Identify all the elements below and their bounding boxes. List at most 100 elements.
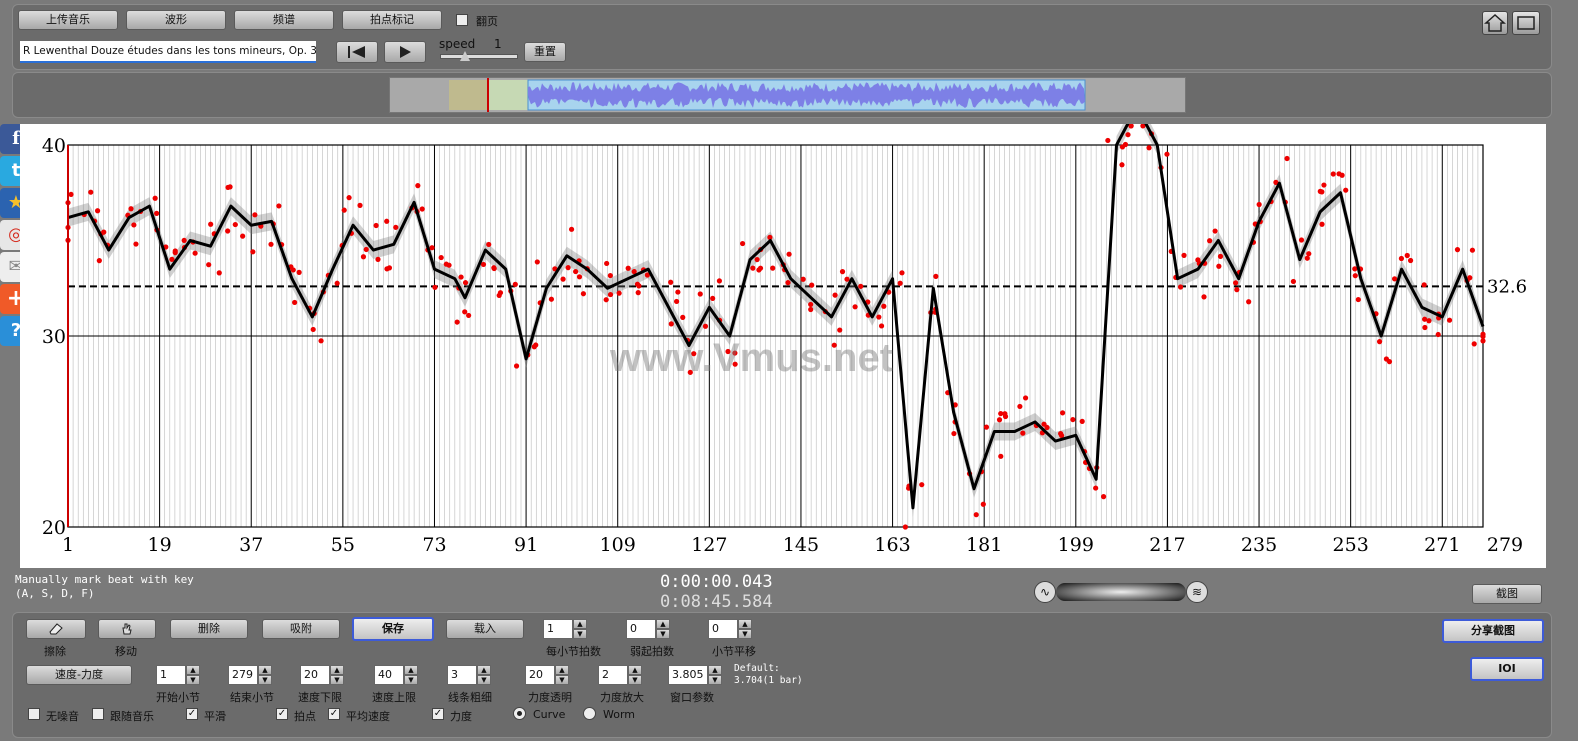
ioi-button[interactable]: IOI	[1470, 657, 1544, 681]
stepper-down-icon[interactable]: ▼	[477, 675, 491, 685]
end-bar-stepper[interactable]: 279 ▲ ▼	[228, 665, 272, 685]
speed-slider[interactable]	[440, 54, 518, 59]
tempo-min-input[interactable]: 20	[300, 665, 330, 685]
stepper-down-icon[interactable]: ▼	[573, 629, 587, 639]
line-width-input[interactable]: 3	[447, 665, 477, 685]
stepper-up-icon[interactable]: ▲	[330, 665, 344, 675]
no-noise-checkbox[interactable]	[28, 708, 40, 720]
dynamics-scale-input[interactable]: 2	[598, 665, 628, 685]
stepper-down-icon[interactable]: ▼	[330, 675, 344, 685]
overview-waveform[interactable]	[389, 77, 1186, 113]
bar-shift-stepper[interactable]: 0 ▲ ▼	[708, 619, 752, 639]
beat-dot	[181, 237, 187, 244]
total-time: 0:08:45.584	[660, 592, 773, 612]
stepper-up-icon[interactable]: ▲	[477, 665, 491, 675]
follow-music-checkbox[interactable]	[92, 708, 104, 720]
bar-shift-input[interactable]: 0	[708, 619, 738, 639]
beat-dot	[996, 417, 1003, 423]
stepper-up-icon[interactable]: ▲	[258, 665, 272, 675]
stepper-down-icon[interactable]: ▼	[628, 675, 642, 685]
share-screenshot-button[interactable]: 分享截图	[1442, 619, 1544, 643]
stepper-up-icon[interactable]: ▲	[186, 665, 200, 675]
erase-button[interactable]	[26, 619, 86, 639]
follow-music-label: 跟随音乐	[110, 710, 154, 723]
beat-dot	[604, 260, 610, 267]
worm-radio[interactable]	[583, 707, 596, 720]
dynamics-checkbox[interactable]: ✓	[432, 708, 444, 720]
dynamics-alpha-stepper[interactable]: 20 ▲ ▼	[525, 665, 569, 685]
beat-dot	[858, 283, 864, 289]
dynamics-alpha-input[interactable]: 20	[525, 665, 555, 685]
tempo-max-input[interactable]: 40	[374, 665, 404, 685]
beat-dot	[1435, 331, 1441, 338]
load-button[interactable]: 载入	[446, 619, 524, 639]
beat-dot	[716, 278, 723, 284]
beat-dot	[497, 290, 504, 296]
save-button[interactable]: 保存	[352, 617, 434, 641]
stepper-up-icon[interactable]: ▲	[708, 665, 722, 675]
smooth-checkbox[interactable]: ✓	[186, 708, 198, 720]
stepper-down-icon[interactable]: ▼	[656, 629, 670, 639]
volume-slider[interactable]: ∿ ≋	[1034, 581, 1208, 603]
beat-mark-button[interactable]: 拍点标记	[342, 10, 442, 30]
stepper-down-icon[interactable]: ▼	[738, 629, 752, 639]
upload-music-button[interactable]: 上传音乐	[18, 10, 118, 30]
home-icon[interactable]	[1482, 11, 1508, 35]
stepper-up-icon[interactable]: ▲	[628, 665, 642, 675]
window-param-input[interactable]: 3.805	[668, 665, 708, 685]
y-tick-label: 30	[42, 326, 66, 348]
pickup-stepper[interactable]: 0 ▲ ▼	[626, 619, 670, 639]
beat-dot	[710, 295, 716, 302]
beats-per-bar-input[interactable]: 1	[543, 619, 573, 639]
line-width-stepper[interactable]: 3 ▲ ▼	[447, 665, 491, 685]
waveform-button[interactable]: 波形	[126, 10, 226, 30]
tempo-dynamics-mode-button[interactable]: 速度-力度	[26, 665, 132, 685]
beats-checkbox[interactable]: ✓	[276, 708, 288, 720]
smooth-label: 平滑	[204, 710, 226, 723]
beat-dot	[486, 241, 492, 248]
stepper-down-icon[interactable]: ▼	[258, 675, 272, 685]
title-field[interactable]: R Lewenthal Douze études dans les tons m…	[20, 41, 316, 63]
wave-small-icon: ∿	[1034, 581, 1056, 603]
stepper-down-icon[interactable]: ▼	[186, 675, 200, 685]
avg-tempo-checkbox[interactable]: ✓	[328, 708, 340, 720]
stepper-down-icon[interactable]: ▼	[404, 675, 418, 685]
beat-dot	[680, 314, 686, 321]
stepper-up-icon[interactable]: ▲	[738, 619, 752, 629]
start-bar-stepper[interactable]: 1 ▲ ▼	[156, 665, 200, 685]
beats-per-bar-stepper[interactable]: 1 ▲ ▼	[543, 619, 587, 639]
beat-dot	[1306, 251, 1312, 257]
end-bar-input[interactable]: 279	[228, 665, 258, 685]
page-flip-checkbox[interactable]	[456, 14, 468, 26]
stepper-up-icon[interactable]: ▲	[555, 665, 569, 675]
dynamics-scale-stepper[interactable]: 2 ▲ ▼	[598, 665, 642, 685]
tempo-min-stepper[interactable]: 20 ▲ ▼	[300, 665, 344, 685]
beat-dot	[1059, 410, 1066, 416]
spectrum-button[interactable]: 频谱	[234, 10, 334, 30]
beat-dot	[560, 276, 566, 282]
beat-dot	[1256, 201, 1262, 208]
screenshot-button[interactable]: 截图	[1472, 584, 1542, 604]
fullscreen-icon[interactable]	[1512, 11, 1540, 35]
beat-dot	[1339, 172, 1345, 178]
stepper-up-icon[interactable]: ▲	[573, 619, 587, 629]
y-tick-label: 40	[42, 135, 66, 157]
skip-back-icon	[348, 46, 365, 58]
delete-button[interactable]: 删除	[170, 619, 248, 639]
stepper-up-icon[interactable]: ▲	[404, 665, 418, 675]
reset-button[interactable]: 重置	[524, 42, 566, 62]
window-param-stepper[interactable]: 3.805 ▲ ▼	[668, 665, 724, 685]
start-bar-input[interactable]: 1	[156, 665, 186, 685]
speed-slider-handle[interactable]	[460, 51, 470, 61]
go-to-start-button[interactable]	[336, 41, 378, 63]
move-button[interactable]	[98, 619, 156, 639]
curve-radio[interactable]	[513, 707, 526, 720]
stepper-down-icon[interactable]: ▼	[708, 675, 722, 685]
tempo-max-stepper[interactable]: 40 ▲ ▼	[374, 665, 418, 685]
play-button[interactable]	[384, 41, 426, 63]
pickup-input[interactable]: 0	[626, 619, 656, 639]
stepper-down-icon[interactable]: ▼	[555, 675, 569, 685]
stepper-up-icon[interactable]: ▲	[656, 619, 670, 629]
snap-button[interactable]: 吸附	[262, 619, 340, 639]
beat-dot	[951, 430, 957, 437]
